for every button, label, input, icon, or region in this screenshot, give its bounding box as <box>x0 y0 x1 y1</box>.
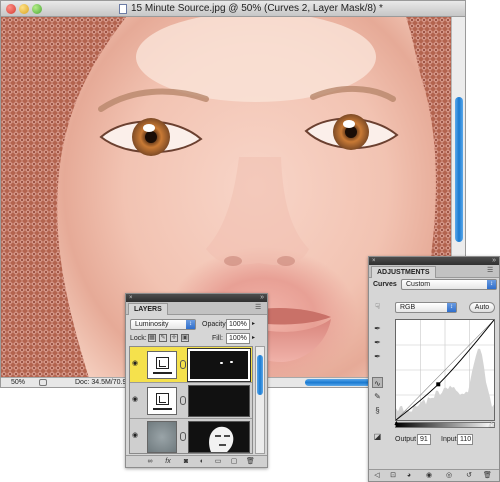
preset-select[interactable]: Custom ↕ <box>401 279 497 290</box>
input-gradient-ramp <box>395 422 495 428</box>
preset-value: Custom <box>406 281 430 288</box>
input-label: Input <box>441 434 457 445</box>
tab-layers[interactable]: LAYERS <box>128 303 168 315</box>
close-icon[interactable]: × <box>129 295 135 301</box>
adjustment-layer-icon[interactable]: ◐ <box>198 458 206 466</box>
link-icon[interactable] <box>180 396 186 405</box>
curves-adjustment-icon <box>147 351 177 379</box>
white-eyedropper-icon[interactable]: ✒ <box>372 351 383 362</box>
layers-footer: ∞ fx ◙ ◐ ▭ ▢ 🗑 <box>126 455 267 467</box>
adjustments-footer: ◁ ⊡ ◕ ◉ ◎ ↺ 🗑 <box>369 469 499 481</box>
channel-value: RGB <box>400 304 415 311</box>
collapse-icon[interactable]: » <box>492 257 496 265</box>
smooth-icon[interactable]: § <box>372 405 383 416</box>
horizontal-scroll-thumb[interactable] <box>305 379 375 386</box>
chevron-updown-icon: ↕ <box>186 320 195 329</box>
fx-icon[interactable]: fx <box>164 458 172 466</box>
opacity-label: Opacity: <box>202 319 228 330</box>
layer-row-curves-1[interactable]: ◉ <box>130 383 253 419</box>
clipping-warning-icon[interactable]: ◪ <box>372 431 383 442</box>
curves-label: Curves <box>373 280 397 289</box>
document-size: Doc: 34.5M/70.9 <box>75 378 126 387</box>
adjustments-panel: × » ADJUSTMENTS ☰ Curves Custom ↕ ☟ RGB … <box>368 256 500 482</box>
layer-mask-thumbnail[interactable] <box>188 385 250 417</box>
link-layers-icon[interactable]: ∞ <box>146 458 154 466</box>
curves-adjustment-icon <box>147 387 177 415</box>
layer-image-thumbnail <box>147 421 177 453</box>
lock-label: Lock: <box>130 333 147 344</box>
lock-all-icon[interactable]: ▣ <box>181 334 189 342</box>
curves-graph[interactable] <box>395 319 495 421</box>
layers-tab-bar: LAYERS ☰ <box>126 302 267 315</box>
zoom-button[interactable] <box>32 4 42 14</box>
curve-point-tool-icon[interactable]: ∿ <box>372 377 383 388</box>
panel-menu-icon[interactable]: ☰ <box>255 304 264 312</box>
panel-header[interactable]: × » <box>369 257 499 265</box>
minimize-button[interactable] <box>19 4 29 14</box>
input-field[interactable]: 110 <box>457 434 473 445</box>
output-label: Output <box>395 434 416 445</box>
close-button[interactable] <box>6 4 16 14</box>
layer-row-image[interactable]: ◉ <box>130 419 253 454</box>
previous-state-icon[interactable]: ◎ <box>445 472 453 480</box>
eye-icon[interactable]: ◉ <box>132 396 141 403</box>
title-bar[interactable]: 15 Minute Source.jpg @ 50% (Curves 2, La… <box>1 1 465 17</box>
trash-icon[interactable]: 🗑 <box>246 458 254 466</box>
return-icon[interactable]: ◁ <box>373 472 381 480</box>
new-layer-icon[interactable]: ▢ <box>230 458 238 466</box>
fill-arrow-icon[interactable]: ▸ <box>252 333 255 344</box>
document-icon <box>119 4 127 14</box>
curve-control-point <box>436 382 440 386</box>
white-point-slider-icon[interactable]: △ <box>489 420 494 428</box>
blend-mode-select[interactable]: Luminosity ↕ <box>130 319 196 330</box>
layer-mask-thumbnail[interactable] <box>188 421 250 453</box>
clip-layer-icon[interactable]: ◕ <box>405 472 413 480</box>
eye-icon[interactable]: ◉ <box>132 432 141 439</box>
layer-row-curves-2[interactable]: ◉ <box>130 347 253 383</box>
lock-pixels-icon[interactable]: ✎ <box>159 334 167 342</box>
layer-list: ◉ ◉ ◉ <box>129 346 253 454</box>
pencil-icon[interactable]: ✎ <box>372 391 383 402</box>
document-title: 15 Minute Source.jpg @ 50% (Curves 2, La… <box>131 3 383 14</box>
channel-select[interactable]: RGB ↕ <box>395 302 457 313</box>
layers-scrollbar[interactable] <box>255 346 265 454</box>
blend-mode-value: Luminosity <box>135 321 168 328</box>
add-mask-icon[interactable]: ◙ <box>182 458 190 466</box>
layers-scroll-thumb[interactable] <box>257 355 263 395</box>
eye-icon[interactable]: ◉ <box>132 360 141 367</box>
reset-icon[interactable]: ↺ <box>465 472 473 480</box>
panel-header[interactable]: × » <box>126 294 267 302</box>
tab-adjustments[interactable]: ADJUSTMENTS <box>371 266 436 278</box>
status-menu-icon[interactable] <box>39 379 47 386</box>
visibility-icon[interactable]: ◉ <box>425 472 433 480</box>
opacity-arrow-icon[interactable]: ▸ <box>252 319 255 330</box>
layers-panel: × » LAYERS ☰ Luminosity ↕ Opacity: 100% … <box>125 293 268 468</box>
close-icon[interactable]: × <box>372 258 378 264</box>
collapse-icon[interactable]: » <box>260 294 264 302</box>
layer-mask-thumbnail[interactable] <box>188 349 250 381</box>
chevron-updown-icon: ↕ <box>487 280 496 289</box>
output-field[interactable]: 91 <box>417 434 431 445</box>
fill-label: Fill: <box>212 333 223 344</box>
adjustments-tab-bar: ADJUSTMENTS ☰ <box>369 265 499 278</box>
zoom-field[interactable]: 50% <box>3 378 35 387</box>
curves-plot[interactable] <box>396 320 494 420</box>
black-point-slider-icon[interactable]: ▲ <box>393 420 400 427</box>
link-icon[interactable] <box>180 432 186 441</box>
expand-view-icon[interactable]: ⊡ <box>389 472 397 480</box>
lock-transparency-icon[interactable]: ▦ <box>148 334 156 342</box>
folder-icon[interactable]: ▭ <box>214 458 222 466</box>
fill-field[interactable]: 100% <box>226 333 250 344</box>
chevron-updown-icon: ↕ <box>447 303 456 312</box>
panel-menu-icon[interactable]: ☰ <box>487 267 496 275</box>
trash-icon[interactable]: 🗑 <box>483 472 491 480</box>
on-image-adjust-icon[interactable]: ☟ <box>372 301 383 312</box>
lock-position-icon[interactable]: ✛ <box>170 334 178 342</box>
link-icon[interactable] <box>180 360 186 369</box>
gray-eyedropper-icon[interactable]: ✒ <box>372 337 383 348</box>
black-eyedropper-icon[interactable]: ✒ <box>372 323 383 334</box>
opacity-field[interactable]: 100% <box>226 319 250 330</box>
auto-button[interactable]: Auto <box>469 302 495 313</box>
vertical-scroll-thumb[interactable] <box>455 97 463 242</box>
